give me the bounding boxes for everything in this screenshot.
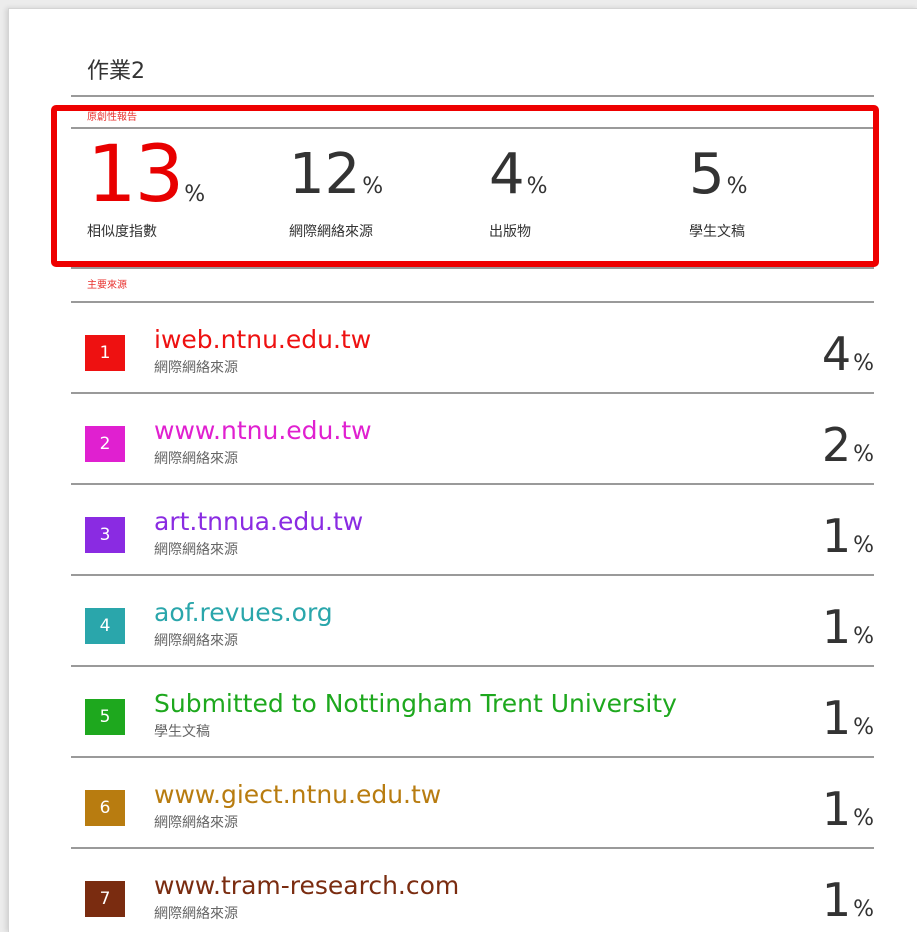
document-title: 作業2 — [87, 59, 145, 84]
source-rank-badge: 1 — [85, 335, 125, 371]
source-percent-value: 1 — [821, 873, 852, 927]
source-row[interactable]: 7 www.tram-research.com 網際網絡來源 1% — [71, 849, 874, 932]
source-percent-value: 4 — [821, 327, 852, 381]
source-row[interactable]: 5 Submitted to Nottingham Trent Universi… — [71, 667, 874, 758]
source-percent-value: 1 — [821, 782, 852, 836]
source-name-link[interactable]: www.ntnu.edu.tw — [154, 416, 372, 446]
publications-unit: % — [526, 174, 548, 199]
source-type: 網際網絡來源 — [154, 451, 238, 467]
summary-divider — [71, 267, 874, 269]
student-papers-value: 5 — [689, 142, 725, 207]
source-percent-value: 1 — [821, 509, 852, 563]
source-name-link[interactable]: iweb.ntnu.edu.tw — [154, 325, 371, 355]
source-percent-unit: % — [853, 715, 874, 740]
source-row[interactable]: 1 iweb.ntnu.edu.tw 網際網絡來源 4% — [71, 303, 874, 394]
similarity-index-unit: % — [184, 182, 206, 207]
source-percent-value: 2 — [821, 418, 852, 472]
internet-sources-caption: 網際網絡來源 — [289, 224, 373, 240]
publications-caption: 出版物 — [489, 224, 531, 240]
source-row[interactable]: 3 art.tnnua.edu.tw 網際網絡來源 1% — [71, 485, 874, 576]
similarity-index-caption: 相似度指數 — [87, 224, 157, 240]
source-row[interactable]: 2 www.ntnu.edu.tw 網際網絡來源 2% — [71, 394, 874, 485]
source-percent-unit: % — [853, 806, 874, 831]
source-percent: 1% — [822, 689, 874, 747]
source-rank-badge: 2 — [85, 426, 125, 462]
source-percent-unit: % — [853, 351, 874, 376]
source-percent: 1% — [822, 598, 874, 656]
source-name-link[interactable]: art.tnnua.edu.tw — [154, 507, 363, 537]
source-percent: 1% — [822, 780, 874, 838]
source-percent-unit: % — [853, 442, 874, 467]
source-rank-badge: 4 — [85, 608, 125, 644]
source-type: 網際網絡來源 — [154, 360, 238, 376]
report-page: 作業2 原創性報告 13% 相似度指數 12% 網際網絡來源 4% 出版物 5%… — [8, 8, 917, 932]
source-name-link[interactable]: www.giect.ntnu.edu.tw — [154, 780, 441, 810]
source-list: 1 iweb.ntnu.edu.tw 網際網絡來源 4% 2 www.ntnu.… — [71, 303, 874, 932]
source-percent-value: 1 — [821, 600, 852, 654]
source-rank-badge: 3 — [85, 517, 125, 553]
report-divider — [71, 127, 874, 129]
student-papers-unit: % — [726, 174, 748, 199]
source-rank-badge: 6 — [85, 790, 125, 826]
source-percent: 2% — [822, 416, 874, 474]
source-name-link[interactable]: aof.revues.org — [154, 598, 333, 628]
source-percent: 4% — [822, 325, 874, 383]
title-divider — [71, 95, 874, 97]
source-row[interactable]: 6 www.giect.ntnu.edu.tw 網際網絡來源 1% — [71, 758, 874, 849]
report-section-label: 原創性報告 — [87, 112, 137, 123]
source-percent-unit: % — [853, 533, 874, 558]
internet-sources-value: 12 — [289, 142, 361, 207]
similarity-index-value: 13 — [87, 130, 184, 220]
internet-sources-unit: % — [362, 174, 384, 199]
source-rank-badge: 5 — [85, 699, 125, 735]
primary-sources-label: 主要來源 — [87, 280, 127, 291]
source-type: 網際網絡來源 — [154, 906, 238, 922]
source-percent-unit: % — [853, 897, 874, 922]
source-name-link[interactable]: Submitted to Nottingham Trent University — [154, 689, 677, 719]
source-row[interactable]: 4 aof.revues.org 網際網絡來源 1% — [71, 576, 874, 667]
source-percent: 1% — [822, 871, 874, 929]
source-percent-unit: % — [853, 624, 874, 649]
publications-value: 4 — [489, 142, 525, 207]
source-percent-value: 1 — [821, 691, 852, 745]
source-type: 網際網絡來源 — [154, 815, 238, 831]
source-type: 學生文稿 — [154, 724, 210, 740]
source-rank-badge: 7 — [85, 881, 125, 917]
source-type: 網際網絡來源 — [154, 542, 238, 558]
source-type: 網際網絡來源 — [154, 633, 238, 649]
source-percent: 1% — [822, 507, 874, 565]
student-papers-caption: 學生文稿 — [689, 224, 745, 240]
source-name-link[interactable]: www.tram-research.com — [154, 871, 459, 901]
